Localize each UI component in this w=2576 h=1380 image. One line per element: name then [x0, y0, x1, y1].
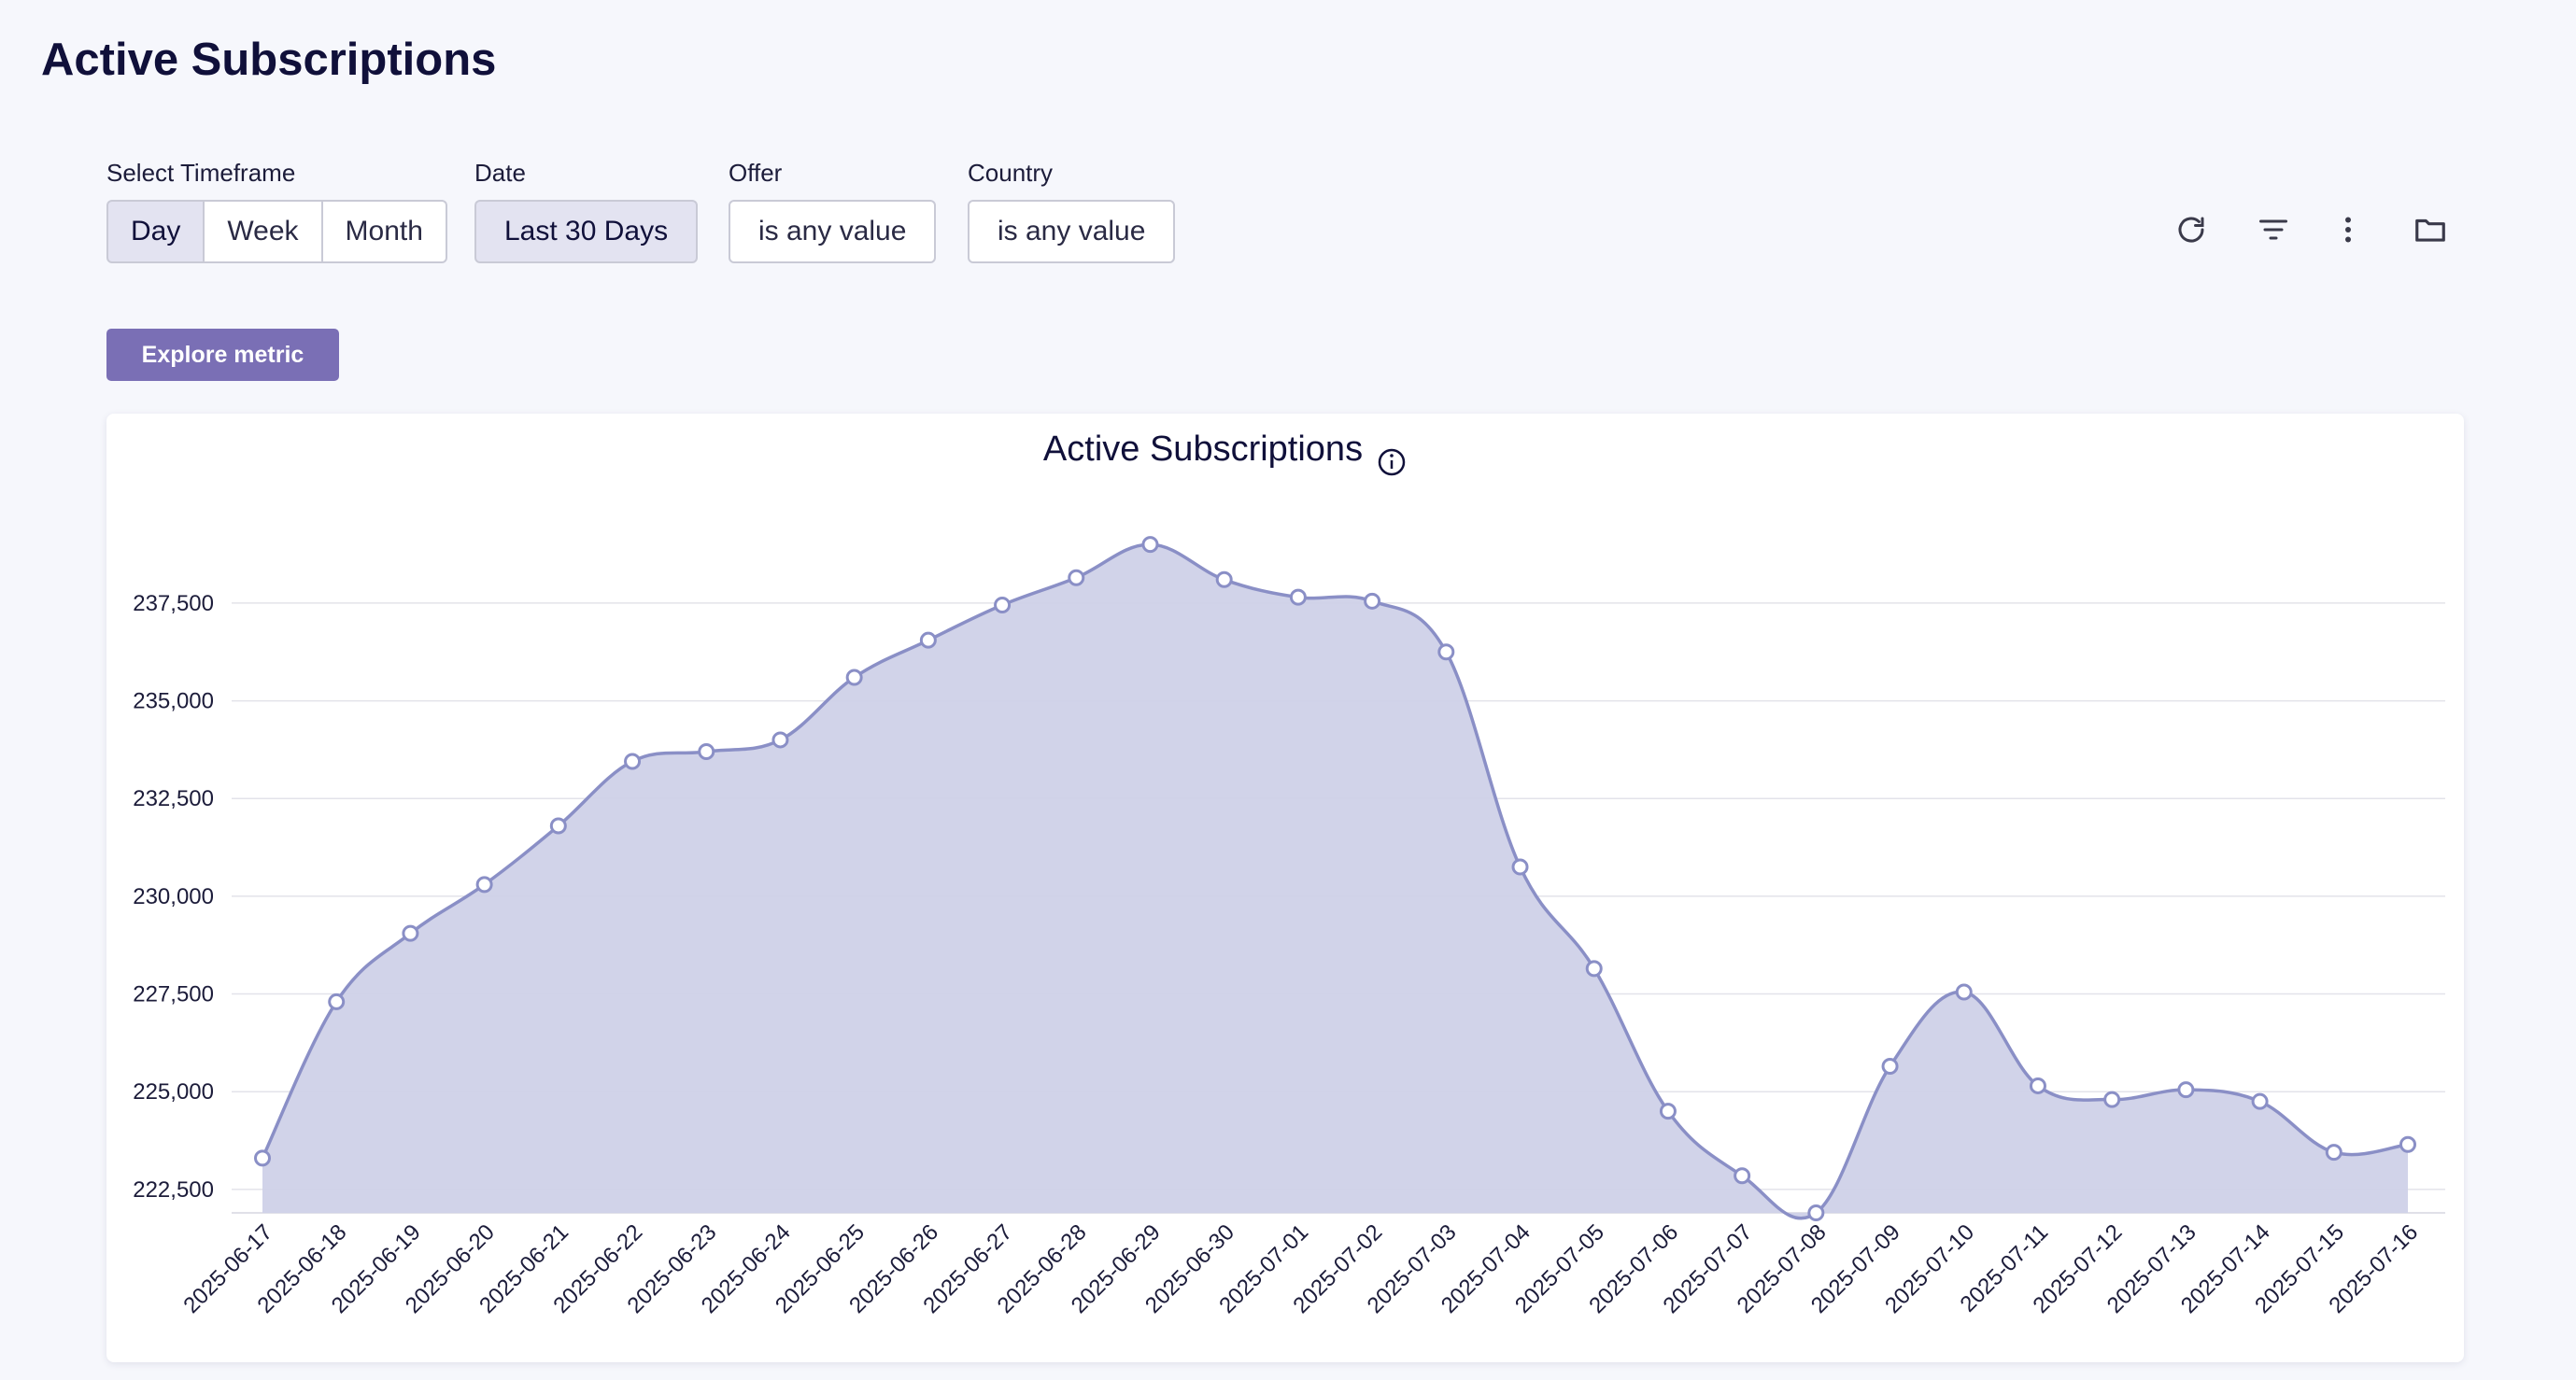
timeframe-segmented-control: Day Week Month — [106, 200, 447, 263]
page-title: Active Subscriptions — [41, 35, 497, 85]
data-point-2025-07-05[interactable] — [1585, 960, 1603, 978]
more-vertical-icon[interactable] — [2326, 207, 2371, 252]
timeframe-filter: Select Timeframe Day Week Month — [106, 159, 447, 263]
offer-label: Offer — [729, 159, 783, 187]
data-point-2025-07-16[interactable] — [2399, 1135, 2416, 1153]
data-point-2025-07-14[interactable] — [2251, 1092, 2269, 1110]
data-point-2025-07-09[interactable] — [1881, 1058, 1899, 1076]
timeframe-label: Select Timeframe — [106, 159, 296, 187]
country-filter-button[interactable]: is any value — [968, 200, 1176, 263]
data-point-2025-06-22[interactable] — [624, 753, 642, 770]
explore-metric-button[interactable]: Explore metric — [106, 329, 339, 381]
chart-card: Active Subscriptions 222,500 225,000 227,5… — [106, 414, 2464, 1362]
data-point-2025-07-04[interactable] — [1511, 858, 1529, 876]
data-point-2025-06-23[interactable] — [698, 743, 715, 760]
y-tick-label: 235,000 — [133, 689, 214, 714]
active-subscriptions-chart: Active Subscriptions 222,500 225,000 227,5… — [133, 429, 2445, 1318]
y-tick-label: 230,000 — [133, 884, 214, 909]
data-point-2025-06-18[interactable] — [328, 993, 346, 1010]
data-point-2025-06-26[interactable] — [919, 631, 937, 649]
y-tick-label: 232,500 — [133, 786, 214, 811]
offer-filter-button[interactable]: is any value — [729, 200, 937, 263]
date-filter: Date Last 30 Days — [474, 159, 699, 263]
info-icon[interactable] — [1378, 448, 1406, 476]
chart-title: Active Subscriptions — [1043, 429, 1363, 469]
y-tick-label: 227,500 — [133, 982, 214, 1007]
folder-icon[interactable] — [2408, 207, 2453, 252]
data-point-2025-07-10[interactable] — [1955, 983, 1973, 1001]
timeframe-week-button[interactable]: Week — [205, 200, 323, 263]
data-point-2025-07-07[interactable] — [1734, 1167, 1751, 1185]
y-tick-label: 225,000 — [133, 1079, 214, 1105]
country-filter: Country is any value — [968, 159, 1176, 263]
timeframe-day-button[interactable]: Day — [106, 200, 205, 263]
data-point-2025-07-11[interactable] — [2029, 1077, 2046, 1094]
data-point-2025-06-24[interactable] — [771, 731, 789, 749]
data-point-2025-07-02[interactable] — [1364, 592, 1381, 610]
offer-filter: Offer is any value — [729, 159, 937, 263]
date-label: Date — [474, 159, 526, 187]
data-point-2025-07-12[interactable] — [2103, 1091, 2121, 1108]
data-point-2025-06-27[interactable] — [994, 597, 1012, 614]
data-point-2025-06-28[interactable] — [1068, 569, 1085, 586]
data-point-2025-06-29[interactable] — [1141, 536, 1159, 554]
data-point-2025-07-01[interactable] — [1289, 588, 1307, 606]
data-point-2025-06-30[interactable] — [1215, 570, 1233, 588]
data-point-2025-07-06[interactable] — [1659, 1103, 1677, 1120]
data-point-2025-07-03[interactable] — [1437, 643, 1455, 661]
data-point-2025-06-20[interactable] — [475, 876, 493, 894]
timeframe-month-button[interactable]: Month — [322, 200, 447, 263]
data-point-2025-06-19[interactable] — [402, 924, 419, 942]
data-point-2025-06-25[interactable] — [845, 669, 863, 686]
date-range-button[interactable]: Last 30 Days — [474, 200, 699, 263]
data-point-2025-07-15[interactable] — [2325, 1144, 2342, 1162]
series-area — [262, 544, 2408, 1218]
data-point-2025-06-21[interactable] — [549, 817, 567, 835]
y-tick-label: 237,500 — [133, 591, 214, 616]
country-label: Country — [968, 159, 1054, 187]
data-point-2025-07-13[interactable] — [2177, 1081, 2195, 1099]
data-point-2025-06-17[interactable] — [254, 1149, 271, 1167]
data-point-2025-07-08[interactable] — [1807, 1204, 1825, 1221]
y-tick-label: 222,500 — [133, 1177, 214, 1203]
refresh-icon[interactable] — [2169, 207, 2214, 252]
filter-icon[interactable] — [2251, 207, 2296, 252]
